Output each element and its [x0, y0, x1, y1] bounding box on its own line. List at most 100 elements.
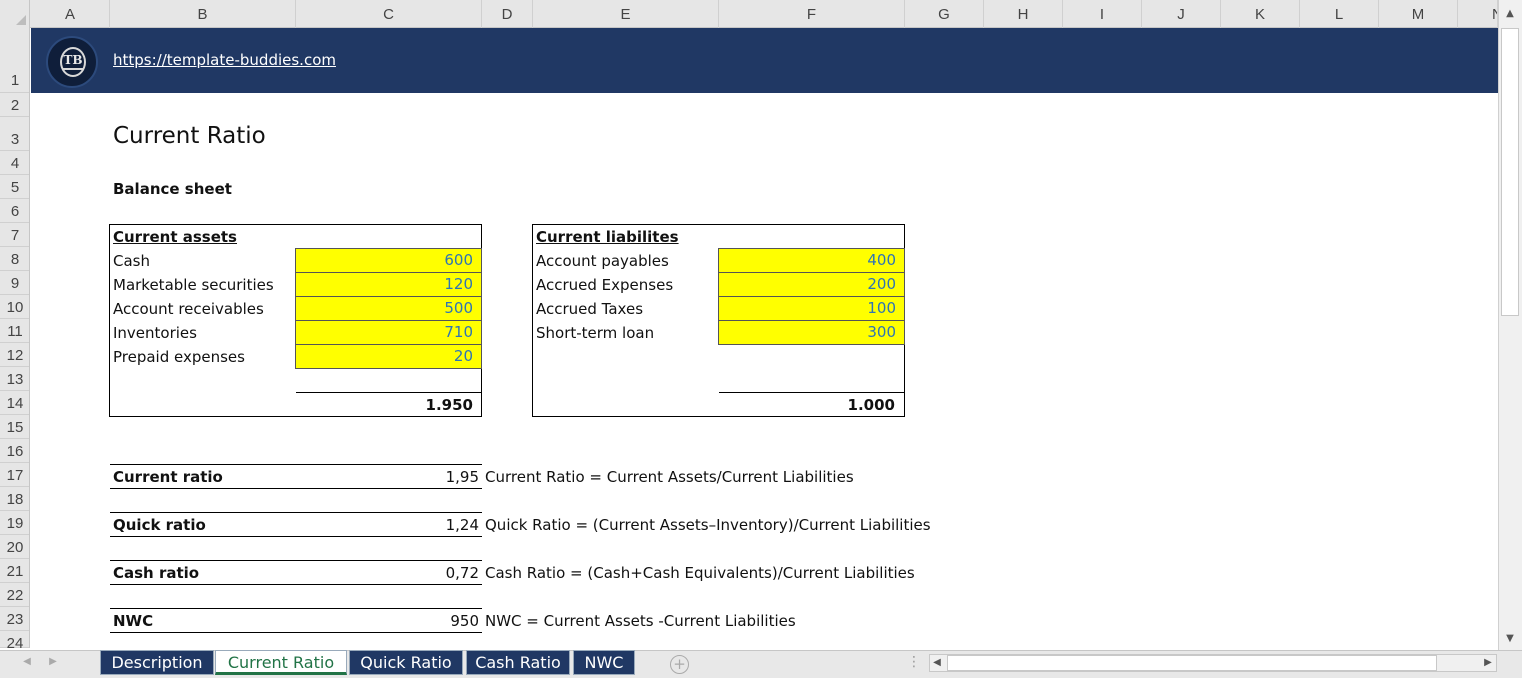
assets-total: 1.950	[425, 396, 473, 414]
ratio-formula: Cash Ratio = (Cash+Cash Equivalents)/Cur…	[485, 564, 915, 582]
row-header-21[interactable]: 21	[0, 559, 29, 583]
scroll-down-icon[interactable]: ▼	[1501, 633, 1519, 644]
current-assets-header: Current assets	[113, 228, 237, 246]
row-header-3[interactable]: 3	[0, 117, 29, 151]
row-header-9[interactable]: 9	[0, 271, 29, 295]
column-header-n[interactable]: N	[1458, 0, 1498, 28]
current-liabilities-header: Current liabilites	[536, 228, 679, 246]
row-header-19[interactable]: 19	[0, 511, 29, 535]
liabilities-total-line	[719, 392, 905, 393]
row-header-1[interactable]: 1	[0, 28, 29, 93]
asset-label: Account receivables	[113, 300, 264, 318]
ratio-formula: Current Ratio = Current Assets/Current L…	[485, 468, 854, 486]
asset-value-input[interactable]: 600	[295, 248, 482, 273]
ratio-formula: Quick Ratio = (Current Assets–Inventory)…	[485, 516, 931, 534]
row-header-17[interactable]: 17	[0, 463, 29, 487]
ratio-top-line	[110, 608, 482, 609]
row-header-23[interactable]: 23	[0, 607, 29, 631]
ratio-bottom-line	[110, 584, 482, 585]
column-header-b[interactable]: B	[110, 0, 296, 28]
vertical-scroll-thumb[interactable]	[1501, 28, 1519, 316]
next-sheet-icon[interactable]: ▶	[46, 656, 60, 667]
asset-label: Marketable securities	[113, 276, 274, 294]
asset-label: Cash	[113, 252, 150, 270]
ratio-top-line	[110, 512, 482, 513]
ratio-value: 1,95	[445, 468, 479, 486]
column-header-d[interactable]: D	[482, 0, 533, 28]
horizontal-scroll-thumb[interactable]	[947, 655, 1437, 671]
row-header-20[interactable]: 20	[0, 535, 29, 559]
book-icon	[62, 68, 84, 74]
ratio-label: Quick ratio	[113, 516, 206, 534]
scroll-up-icon[interactable]: ▲	[1501, 8, 1519, 19]
column-header-j[interactable]: J	[1142, 0, 1221, 28]
tab-description[interactable]: Description	[100, 650, 214, 675]
row-header-18[interactable]: 18	[0, 487, 29, 511]
row-header-8[interactable]: 8	[0, 247, 29, 271]
add-sheet-icon[interactable]: +	[670, 655, 689, 674]
column-header-f[interactable]: F	[719, 0, 905, 28]
column-header-m[interactable]: M	[1379, 0, 1458, 28]
website-link[interactable]: https://template-buddies.com	[113, 51, 336, 69]
liability-value-input[interactable]: 100	[718, 296, 905, 321]
ratio-label: Current ratio	[113, 468, 223, 486]
asset-value-input[interactable]: 710	[295, 320, 482, 345]
row-header-2[interactable]: 2	[0, 93, 29, 117]
ratio-top-line	[110, 464, 482, 465]
scroll-left-icon[interactable]: ◀	[930, 657, 944, 668]
row-header-14[interactable]: 14	[0, 391, 29, 415]
ratio-formula: NWC = Current Assets -Current Liabilitie…	[485, 612, 796, 630]
asset-label: Prepaid expenses	[113, 348, 245, 366]
liability-value-input[interactable]: 300	[718, 320, 905, 345]
column-header-bar: A B C D E F G H I J K L M N	[0, 0, 1522, 28]
select-all-corner[interactable]	[0, 0, 30, 28]
row-header-13[interactable]: 13	[0, 367, 29, 391]
asset-value-input[interactable]: 120	[295, 272, 482, 297]
ratio-bottom-line	[110, 536, 482, 537]
row-header-22[interactable]: 22	[0, 583, 29, 607]
tab-quick-ratio[interactable]: Quick Ratio	[349, 650, 463, 675]
tab-cash-ratio[interactable]: Cash Ratio	[466, 650, 570, 675]
assets-total-line	[296, 392, 482, 393]
column-header-a[interactable]: A	[31, 0, 110, 28]
column-header-h[interactable]: H	[984, 0, 1063, 28]
row-header-11[interactable]: 11	[0, 319, 29, 343]
row-header-4[interactable]: 4	[0, 151, 29, 175]
tab-split-handle-icon[interactable]: ⋮	[907, 654, 921, 670]
asset-value-input[interactable]: 20	[295, 344, 482, 369]
ratio-top-line	[110, 560, 482, 561]
liability-label: Short-term loan	[536, 324, 655, 342]
asset-value-input[interactable]: 500	[295, 296, 482, 321]
column-header-e[interactable]: E	[533, 0, 719, 28]
row-header-10[interactable]: 10	[0, 295, 29, 319]
liability-label: Accrued Taxes	[536, 300, 644, 318]
template-buddies-logo: TB	[46, 36, 98, 88]
ratio-value: 950	[450, 612, 479, 630]
ratio-value: 1,24	[445, 516, 479, 534]
row-header-12[interactable]: 12	[0, 343, 29, 367]
liability-value-input[interactable]: 400	[718, 248, 905, 273]
liability-label: Account payables	[536, 252, 669, 270]
column-header-k[interactable]: K	[1221, 0, 1300, 28]
row-header-bar: 1 2 3 4 5 6 7 8 9 10 11 12 13 14 15 16 1…	[0, 28, 30, 648]
row-header-24[interactable]: 24	[0, 631, 29, 648]
row-header-5[interactable]: 5	[0, 175, 29, 199]
row-header-7[interactable]: 7	[0, 223, 29, 247]
column-header-g[interactable]: G	[905, 0, 984, 28]
row-header-16[interactable]: 16	[0, 439, 29, 463]
prev-sheet-icon[interactable]: ◀	[20, 656, 34, 667]
ratio-bottom-line	[110, 632, 482, 633]
column-header-i[interactable]: I	[1063, 0, 1142, 28]
column-header-l[interactable]: L	[1300, 0, 1379, 28]
row-header-15[interactable]: 15	[0, 415, 29, 439]
row-header-6[interactable]: 6	[0, 199, 29, 223]
liability-value-input[interactable]: 200	[718, 272, 905, 297]
page-title: Current Ratio	[113, 123, 266, 149]
ratio-label: Cash ratio	[113, 564, 200, 582]
scroll-right-icon[interactable]: ▶	[1481, 657, 1495, 668]
column-header-c[interactable]: C	[296, 0, 482, 28]
tab-current-ratio[interactable]: Current Ratio	[215, 650, 347, 675]
tab-nwc[interactable]: NWC	[573, 650, 635, 675]
ratio-bottom-line	[110, 488, 482, 489]
balance-sheet-label: Balance sheet	[113, 180, 232, 198]
